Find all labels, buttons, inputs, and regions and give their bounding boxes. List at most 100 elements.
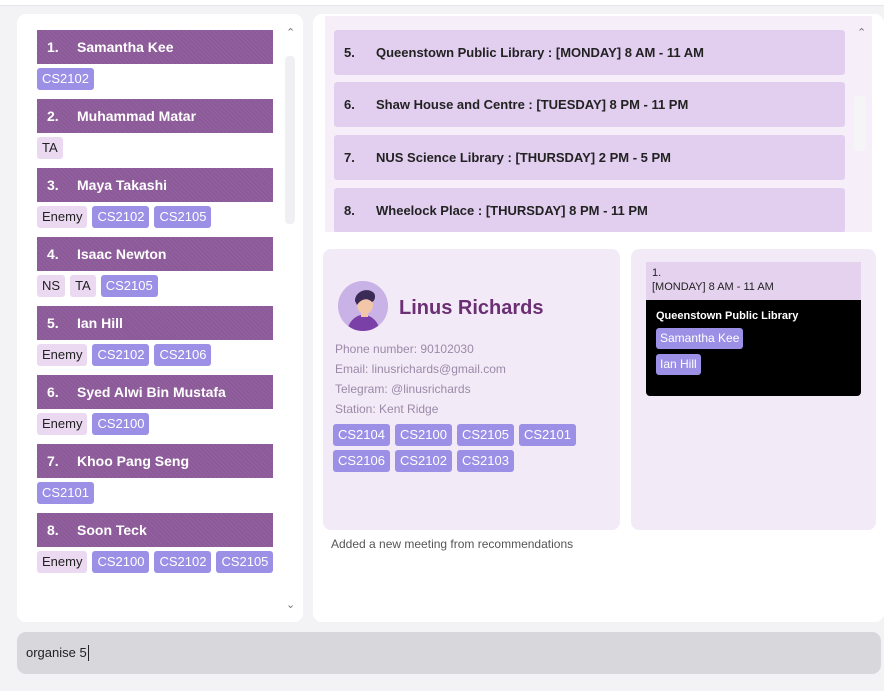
schedule-panel: 1. [MONDAY] 8 AM - 11 AM Queenstown Publ… <box>631 249 876 530</box>
course-tag: CS2105 <box>216 551 274 573</box>
contact-header[interactable]: 8. Soon Teck <box>37 513 273 547</box>
contact-card[interactable]: 7. Khoo Pang Seng CS2101 <box>37 444 291 506</box>
person-phone: Phone number: 90102030 <box>335 342 474 356</box>
meeting-item[interactable]: 7. NUS Science Library : [THURSDAY] 2 PM … <box>334 135 845 180</box>
result-message: Added a new meeting from recommendations <box>331 537 574 551</box>
chevron-down-icon[interactable]: ⌄ <box>286 598 295 611</box>
contact-header[interactable]: 5. Ian Hill <box>37 306 273 340</box>
role-tag: TA <box>70 275 96 297</box>
contact-card[interactable]: 6. Syed Alwi Bin Mustafa Enemy CS2100 <box>37 375 291 437</box>
contact-list[interactable]: 1. Samantha Kee CS2102 2. Muhammad Matar TA 3.… <box>37 30 291 582</box>
person-tags: CS2104 CS2100 CS2105 CS2101 CS2106 CS2102 CS21… <box>333 424 603 472</box>
chevron-up-icon[interactable]: ⌃ <box>857 26 866 39</box>
contact-header[interactable]: 1. Samantha Kee <box>37 30 273 64</box>
schedule-person-row: Ian Hill <box>656 354 851 380</box>
contact-header[interactable]: 7. Khoo Pang Seng <box>37 444 273 478</box>
contact-index: 5. <box>47 315 59 331</box>
person-name: Linus Richards <box>399 297 544 319</box>
course-tag: CS2105 <box>100 275 158 297</box>
contact-name: Soon Teck <box>77 522 147 538</box>
contact-tags: Enemy CS2102 CS2106 <box>37 344 291 368</box>
text-caret <box>87 645 89 662</box>
contact-tags: TA <box>37 137 291 161</box>
course-tag: CS2101 <box>518 424 576 446</box>
course-tag: CS2103 <box>456 450 514 472</box>
course-tag: CS2102 <box>92 206 150 228</box>
meeting-item[interactable]: 6. Shaw House and Centre : [TUESDAY] 8 PM… <box>334 82 845 127</box>
meeting-index: 5. <box>344 45 355 60</box>
contact-header[interactable]: 2. Muhammad Matar <box>37 99 273 133</box>
contact-name: Ian Hill <box>77 315 123 331</box>
contact-tags: NS TA CS2105 <box>37 275 291 299</box>
contact-card[interactable]: 8. Soon Teck Enemy CS2100 CS2102 CS2105 <box>37 513 291 575</box>
schedule-item-index: 1. <box>652 267 662 279</box>
meeting-list-scrollbar-thumb[interactable] <box>854 96 866 151</box>
contact-index: 7. <box>47 453 59 469</box>
schedule-item-body[interactable]: Queenstown Public Library Samantha Kee Ia… <box>646 300 861 396</box>
contact-list-panel[interactable]: 1. Samantha Kee CS2102 2. Muhammad Matar TA 3.… <box>17 14 303 622</box>
role-tag: Enemy <box>37 206 88 228</box>
meeting-index: 7. <box>344 150 355 165</box>
contact-header[interactable]: 3. Maya Takashi <box>37 168 273 202</box>
contact-name: Khoo Pang Seng <box>77 453 189 469</box>
contact-index: 8. <box>47 522 59 538</box>
meeting-index: 8. <box>344 203 355 218</box>
course-tag: CS2100 <box>92 413 150 435</box>
meeting-item[interactable]: 5. Queenstown Public Library : [MONDAY] 8… <box>334 30 845 75</box>
course-tag: CS2106 <box>154 344 212 366</box>
contact-name: Syed Alwi Bin Mustafa <box>77 384 226 400</box>
main-panel: 8. Wheelock Place : [THURSDAY] 8 PM - 11 … <box>313 14 884 622</box>
meeting-text: NUS Science Library : [THURSDAY] 2 PM - … <box>376 150 671 165</box>
contact-index: 2. <box>47 108 59 124</box>
meeting-list[interactable]: 8. Wheelock Place : [THURSDAY] 8 PM - 11 … <box>325 16 872 232</box>
course-tag: CS2106 <box>333 450 390 472</box>
schedule-item-place: Queenstown Public Library <box>656 310 799 322</box>
schedule-item-header: 1. [MONDAY] 8 AM - 11 AM <box>646 262 861 300</box>
role-tag: NS <box>37 275 66 297</box>
role-tag: Enemy <box>37 344 88 366</box>
command-input-value: organise 5 <box>26 644 87 660</box>
schedule-item-time: [MONDAY] 8 AM - 11 AM <box>652 281 774 293</box>
contact-header[interactable]: 6. Syed Alwi Bin Mustafa <box>37 375 273 409</box>
course-tag: CS2102 <box>37 68 94 90</box>
contact-index: 3. <box>47 177 59 193</box>
command-input[interactable]: organise 5 <box>26 645 89 662</box>
contact-card[interactable]: 1. Samantha Kee CS2102 <box>37 30 291 92</box>
contact-tags: Enemy CS2100 <box>37 413 291 437</box>
contact-name: Samantha Kee <box>77 39 174 55</box>
contact-name: Muhammad Matar <box>77 108 197 124</box>
schedule-item-people: Samantha Kee Ian Hill <box>656 328 851 380</box>
contact-card[interactable]: 4. Isaac Newton NS TA CS2105 <box>37 237 291 299</box>
contact-index: 1. <box>47 39 59 55</box>
contact-tags: Enemy CS2100 CS2102 CS2105 <box>37 551 291 575</box>
command-box[interactable]: organise 5 <box>17 632 881 674</box>
person-email: Email: linusrichards@gmail.com <box>335 362 506 376</box>
contact-card[interactable]: 3. Maya Takashi Enemy CS2102 CS2105 <box>37 168 291 230</box>
course-tag: CS2102 <box>394 450 452 472</box>
contact-tags: CS2101 <box>37 482 291 506</box>
contact-name: Maya Takashi <box>77 177 168 193</box>
contact-header[interactable]: 4. Isaac Newton <box>37 237 273 271</box>
schedule-person-tag: Samantha Kee <box>656 328 744 349</box>
schedule-person-tag: Ian Hill <box>656 354 701 375</box>
course-tag: CS2102 <box>154 551 212 573</box>
person-telegram: Telegram: @linusrichards <box>335 382 471 396</box>
contact-index: 6. <box>47 384 59 400</box>
contact-tags: Enemy CS2102 CS2105 <box>37 206 291 230</box>
meeting-text: Queenstown Public Library : [MONDAY] 8 A… <box>376 45 704 60</box>
schedule-person-row: Samantha Kee <box>656 328 851 354</box>
contact-name: Isaac Newton <box>77 246 167 262</box>
contact-card[interactable]: 2. Muhammad Matar TA <box>37 99 291 161</box>
course-tag: CS2105 <box>456 424 514 446</box>
contact-tags: CS2102 <box>37 68 291 92</box>
chevron-up-icon[interactable]: ⌃ <box>286 26 295 39</box>
course-tag: CS2102 <box>92 344 150 366</box>
contact-list-scrollbar-thumb[interactable] <box>285 56 295 224</box>
meeting-item[interactable]: 8. Wheelock Place : [THURSDAY] 8 PM - 11 … <box>334 188 845 232</box>
person-detail-card: Linus Richards Phone number: 90102030 Em… <box>323 249 620 530</box>
course-tag: CS2100 <box>92 551 150 573</box>
role-tag: Enemy <box>37 413 88 435</box>
meeting-text: Shaw House and Centre : [TUESDAY] 8 PM -… <box>376 97 689 112</box>
role-tag: Enemy <box>37 551 88 573</box>
contact-card[interactable]: 5. Ian Hill Enemy CS2102 CS2106 <box>37 306 291 368</box>
